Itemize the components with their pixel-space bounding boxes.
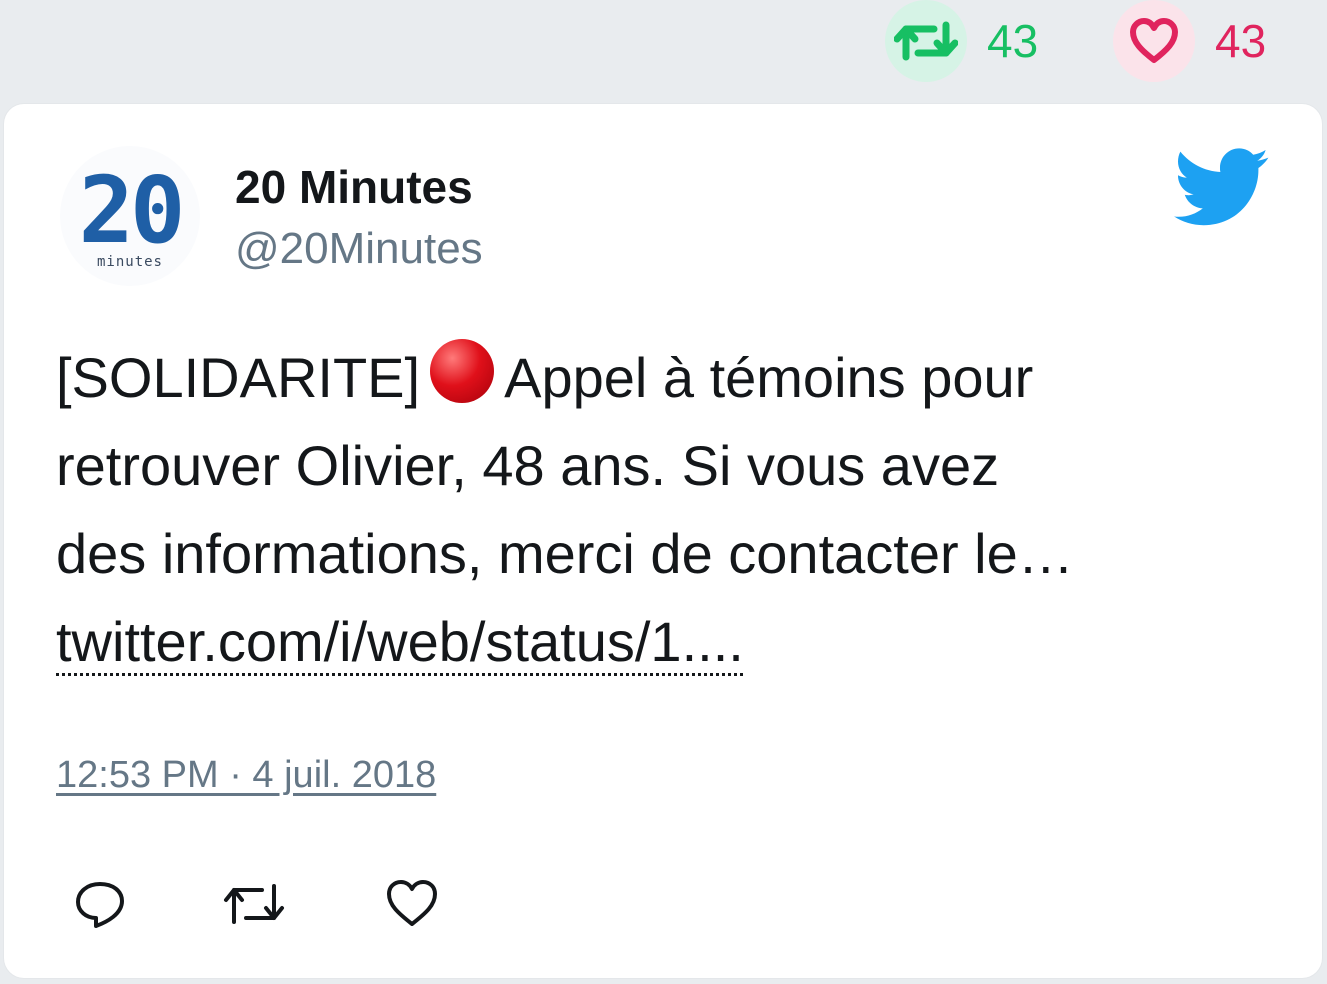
tweet-text-line-3: des informations, merci de contacter le… <box>56 522 1074 585</box>
retweet-icon <box>894 21 958 61</box>
author-name[interactable]: 20 Minutes <box>235 160 473 214</box>
author-handle[interactable]: @20Minutes <box>235 224 483 274</box>
tweet-timestamp[interactable]: 12:53 PM · 4 juil. 2018 <box>56 754 436 797</box>
heart-icon <box>1130 18 1178 63</box>
retweet-count: 43 <box>987 15 1039 67</box>
tweet-text-line-4: twitter.com/i/web/status/1.... <box>56 598 1286 686</box>
tweet-text-line-2: retrouver Olivier, 48 ans. Si vous avez <box>56 434 1000 497</box>
like-count: 43 <box>1215 15 1267 67</box>
red-circle-emoji-icon <box>430 339 495 403</box>
avatar-logo-mark: 20 <box>78 157 186 264</box>
retweet-stat[interactable]: 43 <box>885 0 1038 82</box>
like-stat[interactable]: 43 <box>1113 0 1266 82</box>
tweet-text-line-1: [SOLIDARITE] Appel à témoins pour <box>56 334 1286 422</box>
like-stat-icon-bg <box>1113 0 1195 82</box>
tweet-tag: [SOLIDARITE] <box>56 346 421 409</box>
reply-icon[interactable] <box>72 876 128 932</box>
avatar-logo-sub: minutes <box>96 254 163 270</box>
tweet-text: [SOLIDARITE] Appel à témoins pour retrouv… <box>56 334 1286 686</box>
like-action-icon[interactable] <box>384 876 440 932</box>
retweet-stat-icon-bg <box>885 0 967 82</box>
retweet-action-icon[interactable] <box>222 876 286 932</box>
tweet-card: 20 minutes 20 Minutes @20Minutes [SOLIDA… <box>4 104 1322 978</box>
tweet-status-link[interactable]: twitter.com/i/web/status/1.... <box>56 610 744 673</box>
tweet-text-line-1-rest: Appel à témoins pour <box>504 346 1034 409</box>
twitter-bird-icon[interactable] <box>1174 148 1270 228</box>
avatar[interactable]: 20 minutes <box>60 146 200 286</box>
engagement-stats: 43 43 <box>0 0 1327 100</box>
